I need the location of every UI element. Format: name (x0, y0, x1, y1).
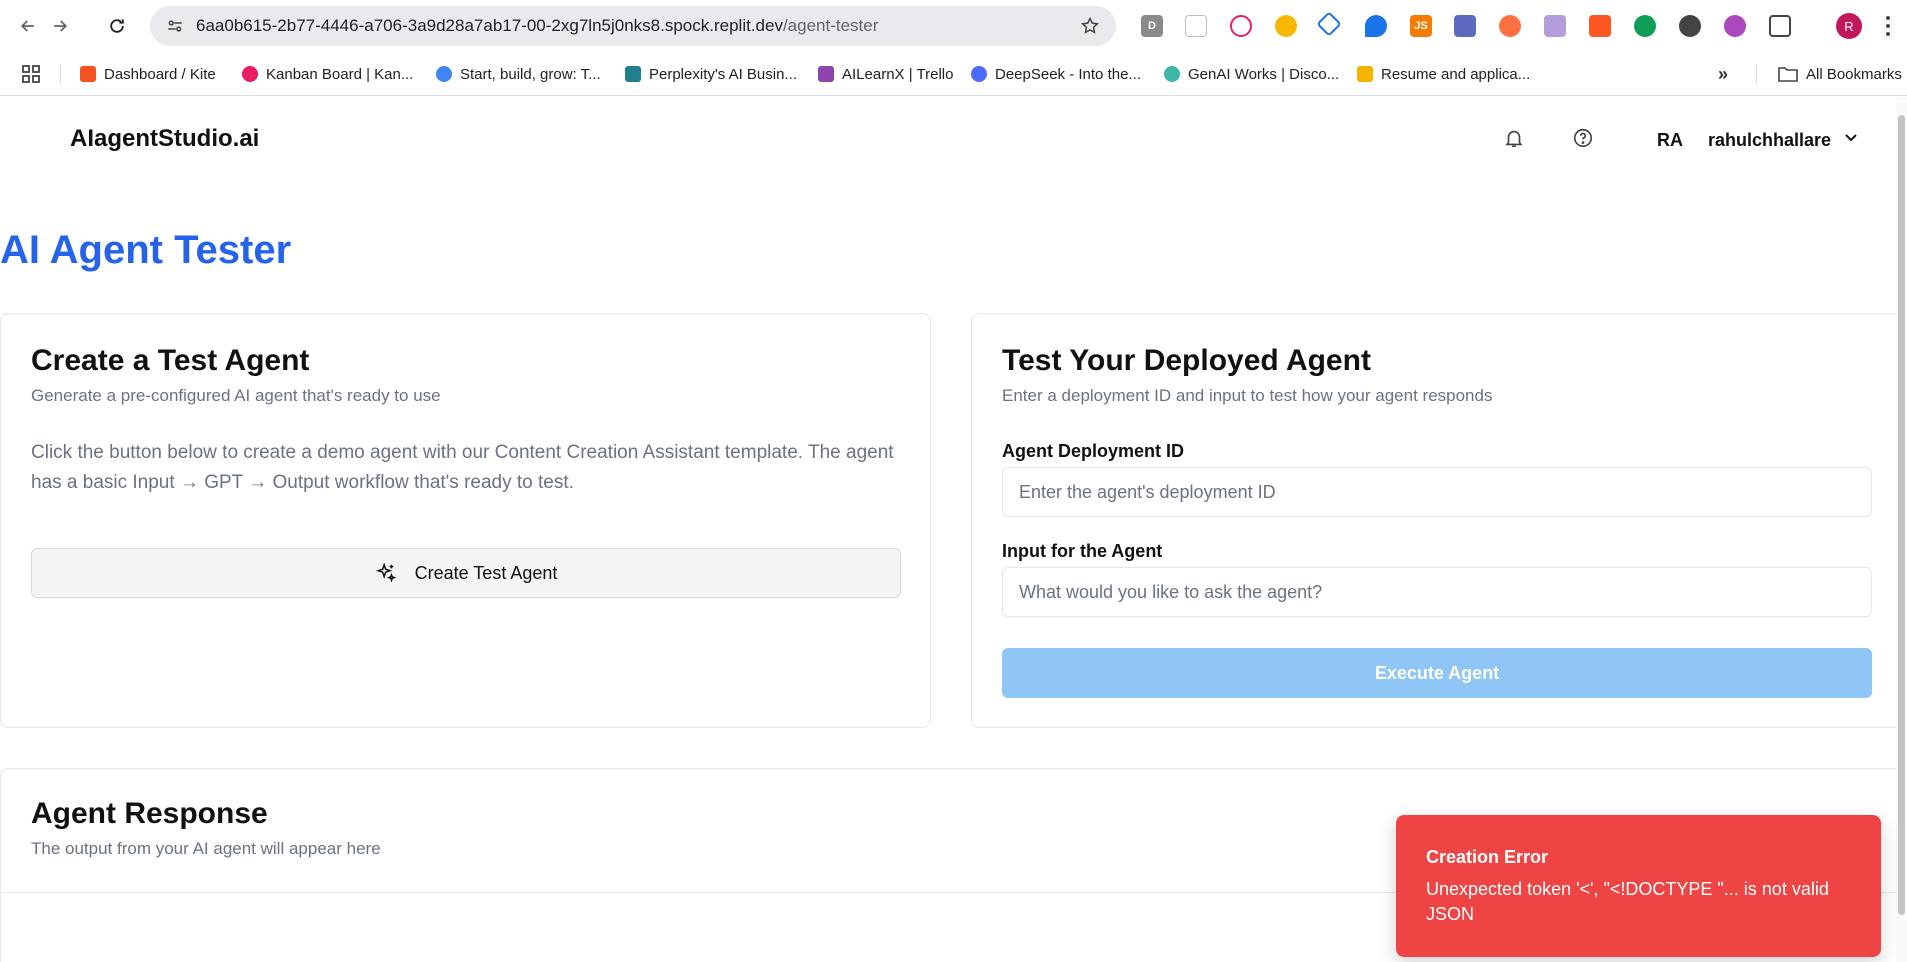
toast-message: Unexpected token '<', "<!DOCTYPE "... is… (1426, 879, 1829, 924)
site-settings-icon[interactable] (166, 17, 184, 35)
agent-input-field[interactable] (1002, 567, 1872, 617)
deepseek-favicon-icon (971, 66, 987, 82)
bookmark-item[interactable]: Perplexity's AI Busin... (625, 52, 797, 96)
user-avatar[interactable]: RA (1657, 130, 1683, 151)
bookmarks-bar: Dashboard / Kite Kanban Board | Kan... S… (0, 52, 1907, 96)
arrow-left-icon (20, 20, 34, 32)
extension-lock-icon[interactable] (1185, 15, 1207, 37)
execute-agent-button[interactable]: Execute Agent (1002, 648, 1872, 698)
bookmark-item[interactable]: AILearnX | Trello (818, 52, 953, 96)
apps-grid-icon[interactable] (22, 65, 40, 83)
bookmarks-separator (60, 64, 61, 84)
extension-face-icon[interactable] (1544, 15, 1566, 37)
card-description: Click the button below to create a demo … (31, 442, 894, 493)
forward-button[interactable] (46, 12, 74, 40)
test-agent-card: Test Your Deployed Agent Enter a deploym… (971, 313, 1907, 728)
perplexity-favicon-icon (625, 66, 641, 82)
extension-play-icon[interactable] (1230, 15, 1252, 37)
brand-logo[interactable]: AIagentStudio.ai (70, 125, 259, 153)
bookmark-star-icon[interactable] (1080, 16, 1100, 36)
address-bar[interactable]: 6aa0b615-2b77-4446-a706-3a9d28a7ab17-00-… (150, 6, 1116, 46)
create-test-agent-button[interactable]: Create Test Agent (31, 548, 901, 598)
arrow-right-icon (54, 20, 68, 32)
browser-menu-icon[interactable] (1885, 14, 1891, 38)
extension-bookmark-icon[interactable] (1589, 15, 1611, 37)
browser-toolbar: 6aa0b615-2b77-4446-a706-3a9d28a7ab17-00-… (0, 0, 1907, 52)
card-subtitle: Enter a deployment ID and input to test … (1002, 386, 1493, 405)
bookmark-item[interactable]: GenAI Works | Disco... (1164, 52, 1339, 96)
deployment-id-label: Agent Deployment ID (1002, 441, 1185, 461)
card-title: Test Your Deployed Agent (1002, 344, 1371, 377)
card-subtitle: The output from your AI agent will appea… (31, 839, 381, 858)
reload-button[interactable] (103, 12, 131, 40)
bookmark-item[interactable]: Dashboard / Kite (80, 52, 216, 96)
bookmark-item[interactable]: Resume and applica... (1357, 52, 1530, 96)
folder-icon (1778, 67, 1798, 82)
url-text: 6aa0b615-2b77-4446-a706-3a9d28a7ab17-00-… (196, 6, 878, 46)
extension-cart-icon[interactable] (1634, 15, 1656, 37)
help-circle-icon[interactable] (1572, 127, 1594, 149)
google-favicon-icon (436, 66, 452, 82)
card-title: Create a Test Agent (31, 344, 310, 377)
card-title: Agent Response (31, 797, 268, 830)
extension-camera-icon[interactable] (1724, 15, 1746, 37)
back-button[interactable] (14, 12, 42, 40)
genai-favicon-icon (1164, 66, 1180, 82)
reload-icon (110, 19, 124, 33)
toast-title: Creation Error (1426, 847, 1549, 867)
trello-favicon-icon (818, 66, 834, 82)
extension-js-icon[interactable]: JS (1410, 15, 1432, 37)
page-title: AI Agent Tester (0, 228, 292, 272)
scrollbar-thumb[interactable] (1898, 115, 1905, 915)
url-path: /agent-tester (782, 16, 879, 35)
extension-chess-icon[interactable] (1499, 15, 1521, 37)
bookmark-item[interactable]: Kanban Board | Kan... (242, 52, 413, 96)
extension-search-icon[interactable] (1275, 15, 1297, 37)
error-toast[interactable]: Creation Error Unexpected token '<', "<!… (1396, 815, 1881, 957)
kite-favicon-icon (80, 66, 96, 82)
sparkles-icon (375, 562, 397, 583)
bookmark-item[interactable]: DeepSeek - Into the... (971, 52, 1141, 96)
deployment-id-input[interactable] (1002, 467, 1872, 517)
kanban-favicon-icon (242, 66, 258, 82)
extension-diamond-icon[interactable] (1316, 11, 1342, 37)
bookmarks-separator (1756, 64, 1757, 84)
url-host: 6aa0b615-2b77-4446-a706-3a9d28a7ab17-00-… (196, 16, 783, 35)
card-subtitle: Generate a pre-configured AI agent that'… (31, 386, 441, 405)
bookmark-item[interactable]: Start, build, grow: T... (436, 52, 601, 96)
notifications-bell-icon[interactable] (1503, 127, 1525, 149)
extension-blocks-icon[interactable] (1454, 15, 1476, 37)
extension-upload-icon[interactable] (1679, 15, 1701, 37)
create-agent-card: Create a Test Agent Generate a pre-confi… (0, 313, 931, 728)
agent-input-label: Input for the Agent (1002, 541, 1163, 561)
slides-favicon-icon (1357, 66, 1373, 82)
extension-tag-icon[interactable] (1365, 15, 1387, 37)
app-header: AIagentStudio.ai RA rahulchhallare (0, 97, 1907, 183)
profile-avatar[interactable]: R (1836, 13, 1862, 39)
extension-d-icon[interactable]: D (1141, 15, 1163, 37)
extensions-puzzle-icon[interactable] (1769, 15, 1791, 37)
chevron-down-icon[interactable] (1843, 129, 1859, 145)
all-bookmarks-button[interactable]: All Bookmarks (1778, 52, 1902, 96)
user-name[interactable]: rahulchhallare (1708, 130, 1831, 151)
page-scrollbar[interactable] (1896, 97, 1907, 962)
more-bookmarks-icon[interactable]: » (1718, 64, 1738, 84)
